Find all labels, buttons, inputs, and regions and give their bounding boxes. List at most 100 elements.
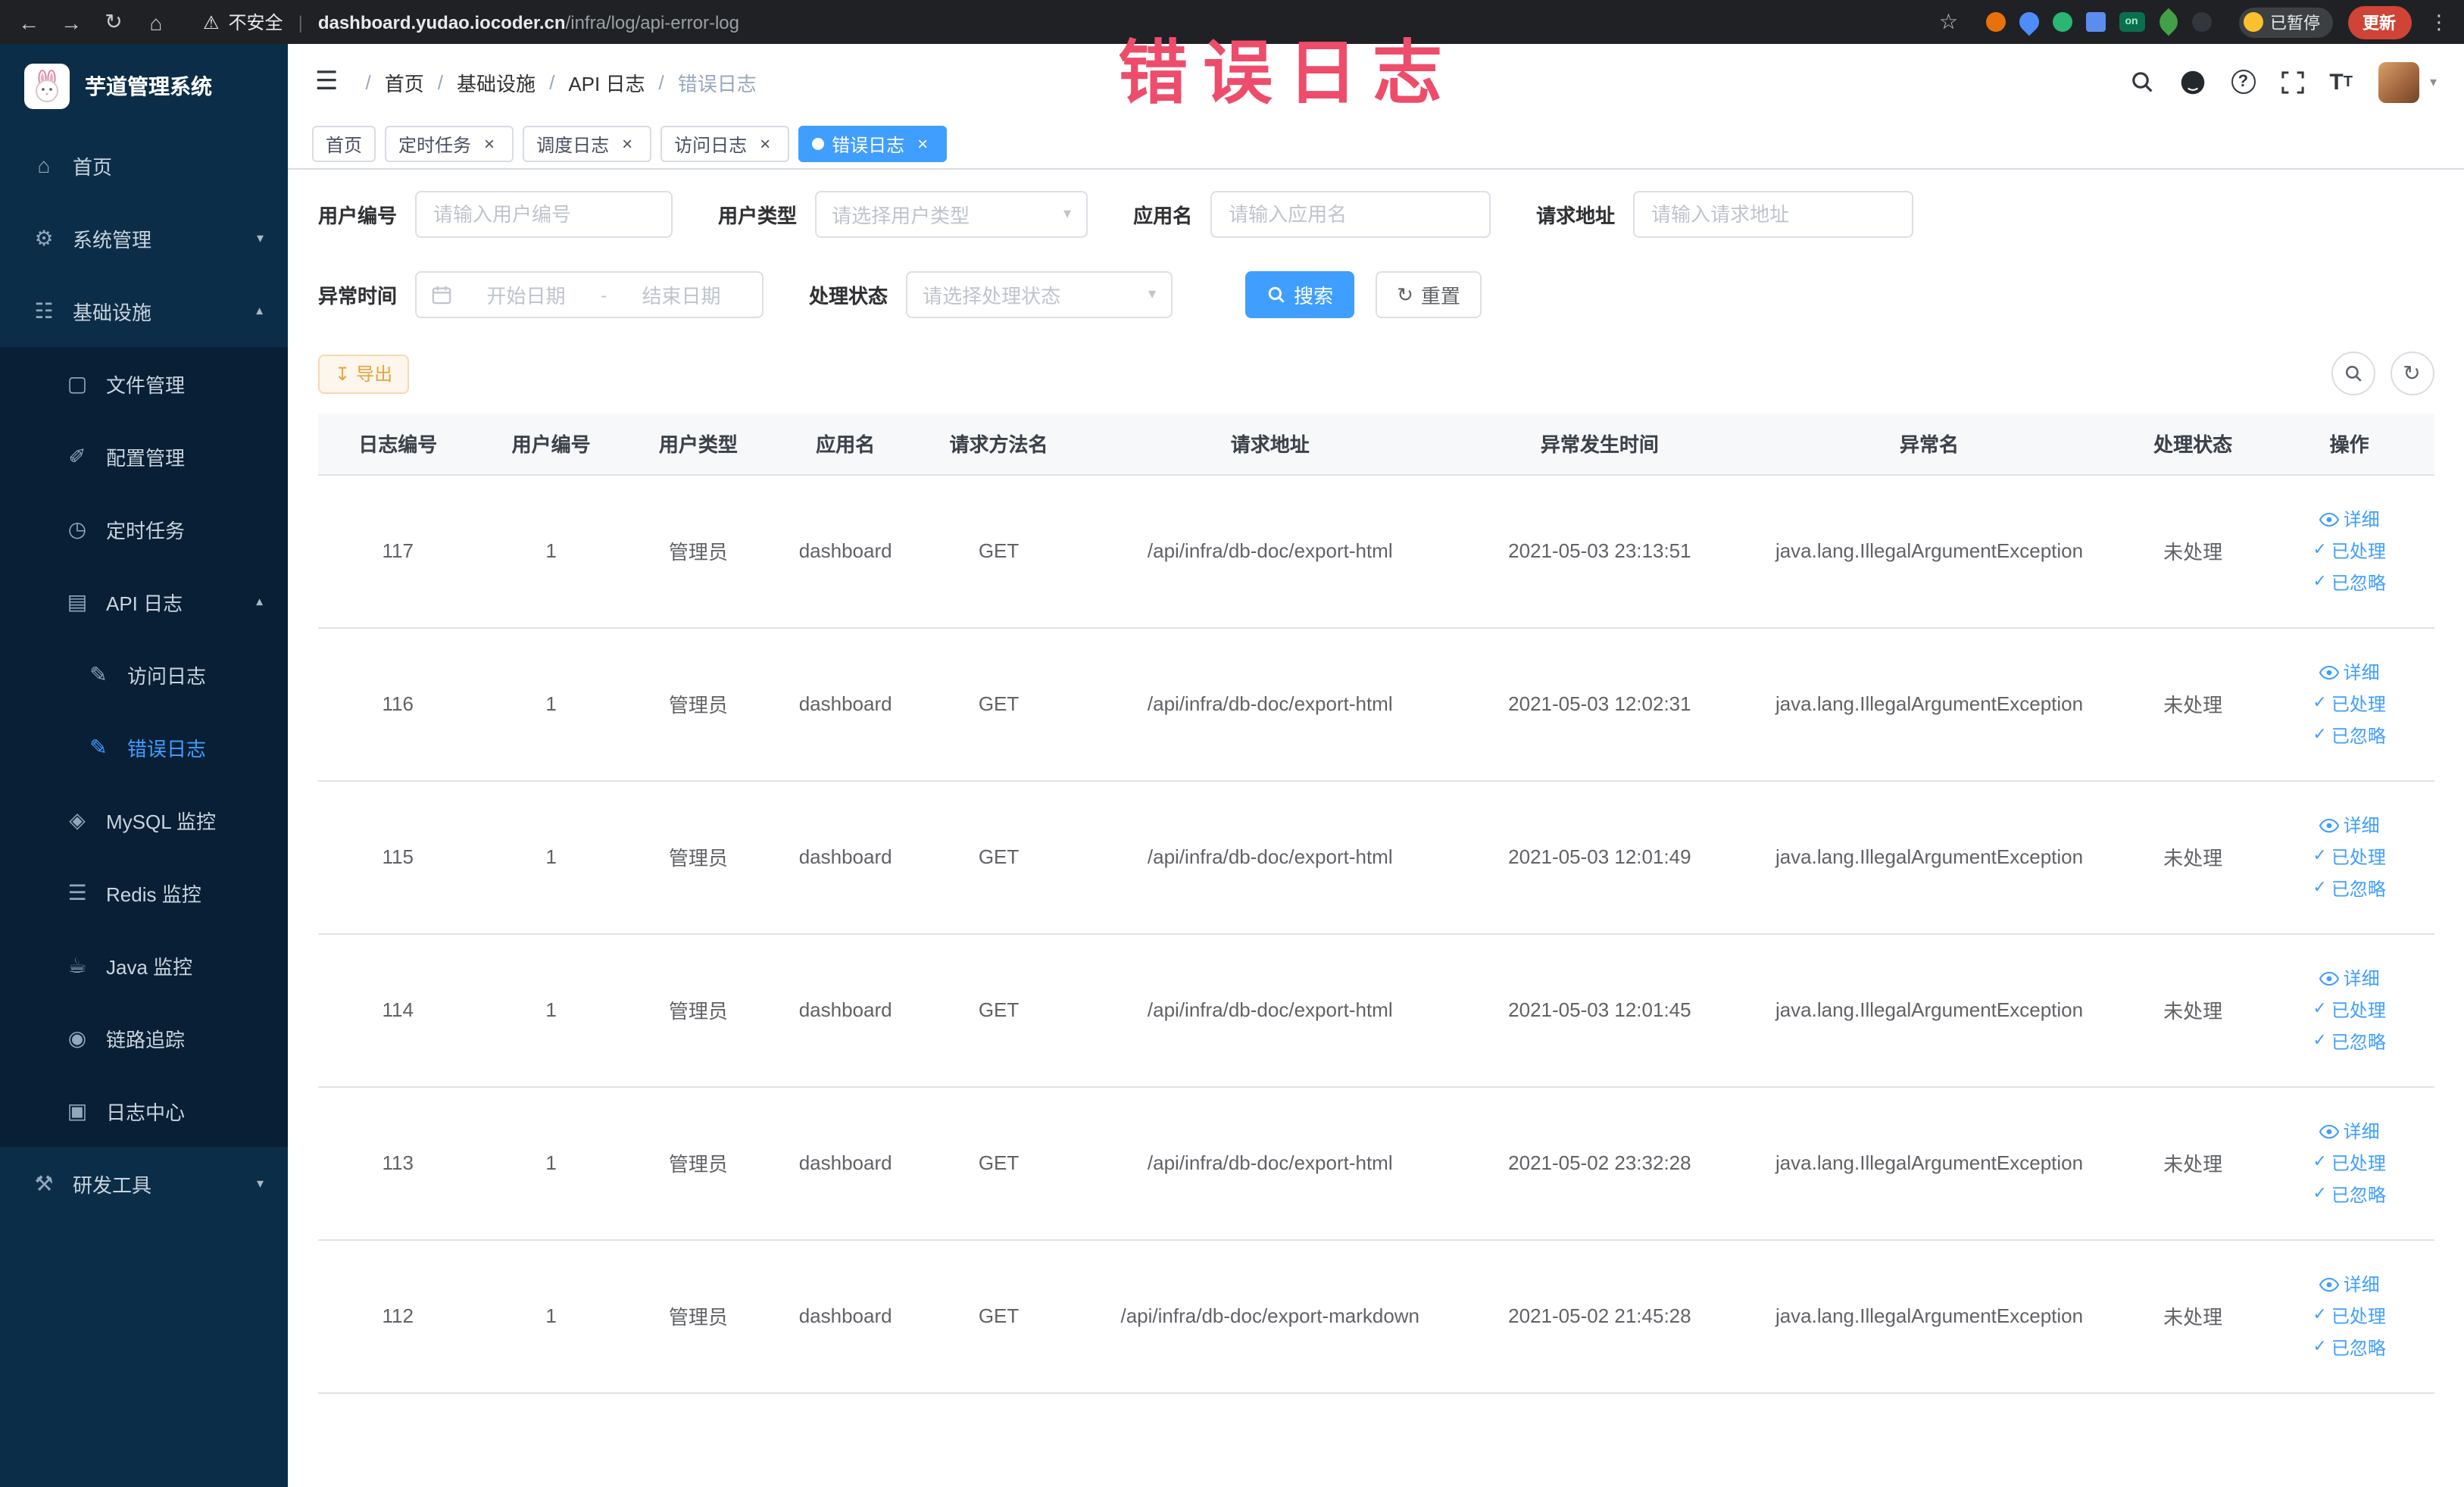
- view-tab[interactable]: 错误日志 ×: [798, 126, 948, 162]
- github-icon[interactable]: [2179, 69, 2205, 95]
- check-icon: ✓: [2313, 1000, 2327, 1018]
- breadcrumb-item[interactable]: 首页: [385, 67, 424, 96]
- sidebar-item[interactable]: ◉ 链路追踪: [0, 1001, 288, 1074]
- reload-icon[interactable]: ↻: [100, 9, 127, 35]
- sidebar-item[interactable]: ☷ 基础设施 ▾: [0, 274, 288, 347]
- mark-processed-link[interactable]: ✓ 已处理: [2313, 691, 2385, 717]
- detail-link[interactable]: 详细: [2319, 1271, 2380, 1297]
- sidebar-item[interactable]: ⚒ 研发工具 ▾: [0, 1147, 288, 1220]
- toggle-search-button[interactable]: [2331, 351, 2375, 395]
- view-tab-label: 调度日志: [536, 134, 610, 155]
- sidebar-item-label: 链路追踪: [106, 1028, 186, 1051]
- mark-ignored-link[interactable]: ✓ 已忽略: [2313, 723, 2385, 748]
- collapse-sidebar-icon[interactable]: ☰: [315, 67, 339, 97]
- detail-link[interactable]: 详细: [2319, 1118, 2380, 1144]
- date-range-picker[interactable]: 开始日期 - 结束日期: [415, 271, 764, 318]
- video-ext-icon[interactable]: [2052, 12, 2072, 32]
- sidebar-item[interactable]: ◈ MySQL 监控: [0, 783, 288, 856]
- breadcrumb: / 首页 / 基础设施 / API 日志 / 错误日志: [366, 67, 757, 96]
- sidebar-item[interactable]: ⚙ 系统管理 ▾: [0, 201, 288, 274]
- mark-ignored-link[interactable]: ✓ 已忽略: [2313, 570, 2385, 595]
- mark-ignored-link[interactable]: ✓ 已忽略: [2313, 1182, 2385, 1207]
- chevron-down-icon[interactable]: ▾: [2430, 73, 2437, 90]
- close-tab-icon[interactable]: ×: [754, 133, 776, 155]
- user-id-input[interactable]: [415, 191, 673, 238]
- browser-home-icon[interactable]: ⌂: [142, 10, 170, 34]
- detail-link[interactable]: 详细: [2319, 659, 2380, 685]
- app-name-input[interactable]: [1210, 191, 1491, 238]
- paused-badge[interactable]: 已暂停: [2238, 7, 2332, 37]
- help-icon[interactable]: ?: [2231, 70, 2256, 94]
- request-url-input[interactable]: [1633, 191, 1914, 238]
- process-status-select[interactable]: 请选择处理状态 ▾: [906, 271, 1173, 318]
- mark-processed-link[interactable]: ✓ 已处理: [2313, 1303, 2385, 1329]
- table-row: 115 1 管理员 dashboard GET /api/infra/db-do…: [318, 780, 2434, 934]
- sidebar-item[interactable]: ☰ Redis 监控: [0, 856, 288, 929]
- mark-ignored-link[interactable]: ✓ 已忽略: [2313, 1335, 2385, 1360]
- breadcrumb-item[interactable]: API 日志: [568, 67, 645, 96]
- security-warning[interactable]: ⚠ 不安全: [203, 9, 283, 35]
- reset-icon: ↻: [1397, 283, 1413, 305]
- mark-ignored-link[interactable]: ✓ 已忽略: [2313, 1029, 2385, 1054]
- mark-ignored-link[interactable]: ✓ 已忽略: [2313, 876, 2385, 901]
- chevron-icon: ▾: [256, 1175, 264, 1190]
- address-bar[interactable]: dashboard.yudao.iocoder.cn/infra/log/api…: [318, 11, 739, 33]
- detail-link[interactable]: 详细: [2319, 965, 2380, 991]
- refresh-button[interactable]: ↻: [2390, 351, 2434, 395]
- browser-chrome: ← → ↻ ⌂ ⚠ 不安全 | dashboard.yudao.iocoder.…: [0, 0, 2464, 44]
- sidebar-item[interactable]: ▢ 文件管理: [0, 347, 288, 420]
- url-path: /infra/log/api-error-log: [565, 11, 739, 33]
- detail-link[interactable]: 详细: [2319, 812, 2380, 838]
- user-id-label: 用户编号: [318, 205, 398, 227]
- user-type-select[interactable]: 请选择用户类型 ▾: [815, 191, 1088, 238]
- reset-button[interactable]: ↻ 重置: [1376, 271, 1482, 318]
- browser-menu-icon[interactable]: ⋮: [2429, 10, 2449, 34]
- active-tab-dot: [812, 138, 825, 150]
- url-host: dashboard.yudao.iocoder.cn: [317, 11, 566, 33]
- sidebar-item[interactable]: ▣ 日志中心: [0, 1074, 288, 1147]
- sidebar-item[interactable]: ✎ 访问日志: [0, 638, 288, 711]
- view-tabs-bar: 首页 定时任务 × 调度日志 × 访问日志 × 错误日志 ×: [288, 120, 2464, 170]
- view-tab[interactable]: 首页: [312, 126, 376, 162]
- detail-link[interactable]: 详细: [2319, 506, 2380, 532]
- breadcrumb-item[interactable]: 基础设施: [457, 67, 536, 96]
- on-badge-ext-icon[interactable]: on: [2119, 12, 2144, 32]
- search-icon[interactable]: [2129, 70, 2153, 94]
- close-tab-icon[interactable]: ×: [617, 133, 638, 155]
- mark-processed-link[interactable]: ✓ 已处理: [2313, 997, 2385, 1023]
- breadcrumb-item[interactable]: 错误日志: [678, 67, 757, 96]
- drop-ext-icon[interactable]: [2014, 8, 2043, 36]
- sidebar-item[interactable]: ◷ 定时任务: [0, 492, 288, 565]
- app-logo[interactable]: 芋道管理系统: [0, 44, 288, 129]
- grid-ext-icon[interactable]: [2085, 12, 2105, 32]
- close-tab-icon[interactable]: ×: [479, 133, 500, 155]
- record-ext-icon[interactable]: [1985, 12, 2005, 32]
- view-tab[interactable]: 定时任务 ×: [385, 126, 514, 162]
- forward-icon[interactable]: →: [58, 10, 85, 34]
- update-button[interactable]: 更新: [2347, 5, 2411, 39]
- view-tab[interactable]: 调度日志 ×: [523, 126, 652, 162]
- user-avatar[interactable]: [2378, 61, 2419, 102]
- sidebar-item[interactable]: ⌂ 首页: [0, 129, 288, 201]
- sidebar-item[interactable]: ▤ API 日志 ▾: [0, 565, 288, 638]
- font-size-icon[interactable]: TT: [2329, 69, 2353, 95]
- close-tab-icon[interactable]: ×: [912, 133, 933, 155]
- mark-processed-link[interactable]: ✓ 已处理: [2313, 844, 2385, 870]
- sidebar-item[interactable]: ☕ Java 监控: [0, 929, 288, 1001]
- leaf-ext-icon[interactable]: [2153, 8, 2182, 36]
- sidebar-item[interactable]: ✐ 配置管理: [0, 420, 288, 492]
- search-button[interactable]: 搜索: [1245, 271, 1355, 318]
- sidebar-item[interactable]: ✎ 错误日志: [0, 711, 288, 783]
- export-button[interactable]: ↧ 导出: [318, 354, 410, 393]
- mark-processed-link[interactable]: ✓ 已处理: [2313, 538, 2385, 564]
- column-header: 请求地址: [1078, 414, 1462, 475]
- timer-icon: ◷: [67, 516, 87, 540]
- mark-processed-link[interactable]: ✓ 已处理: [2313, 1150, 2385, 1176]
- fullscreen-icon[interactable]: [2281, 70, 2303, 93]
- back-icon[interactable]: ←: [15, 10, 42, 34]
- exception-name-cell: java.lang.IllegalArgumentException: [1738, 780, 2121, 934]
- paw-ext-icon[interactable]: [2191, 12, 2211, 32]
- bookmark-star-icon[interactable]: ☆: [1939, 9, 1958, 35]
- view-tab[interactable]: 访问日志 ×: [661, 126, 790, 162]
- view-tab-label: 首页: [326, 134, 363, 155]
